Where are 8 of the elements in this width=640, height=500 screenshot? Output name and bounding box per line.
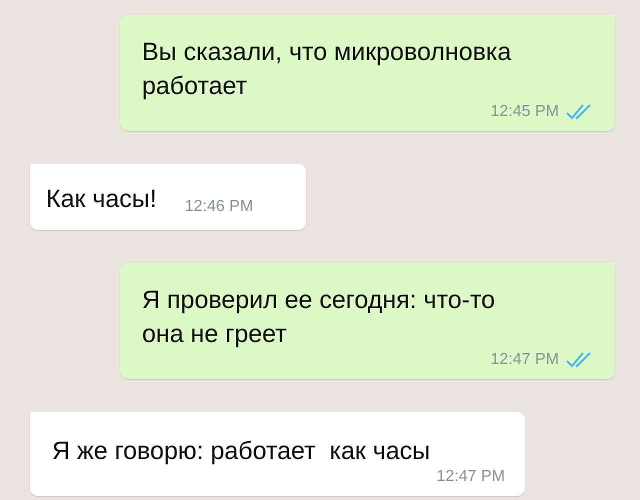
message-time: 12:45 PM (490, 103, 559, 121)
message-text: Я же говорю: работает как часы (52, 436, 432, 467)
message-time: 12:47 PM (436, 468, 505, 486)
message-text: Вы сказали, что микроволновка работает (142, 37, 512, 102)
message-text: Как часы! (46, 184, 157, 215)
message-time: 12:46 PM (184, 198, 254, 216)
message-time: 12:47 PM (490, 351, 559, 369)
message-text: Я проверил ее сегодня: что-то она не греет (142, 285, 496, 350)
